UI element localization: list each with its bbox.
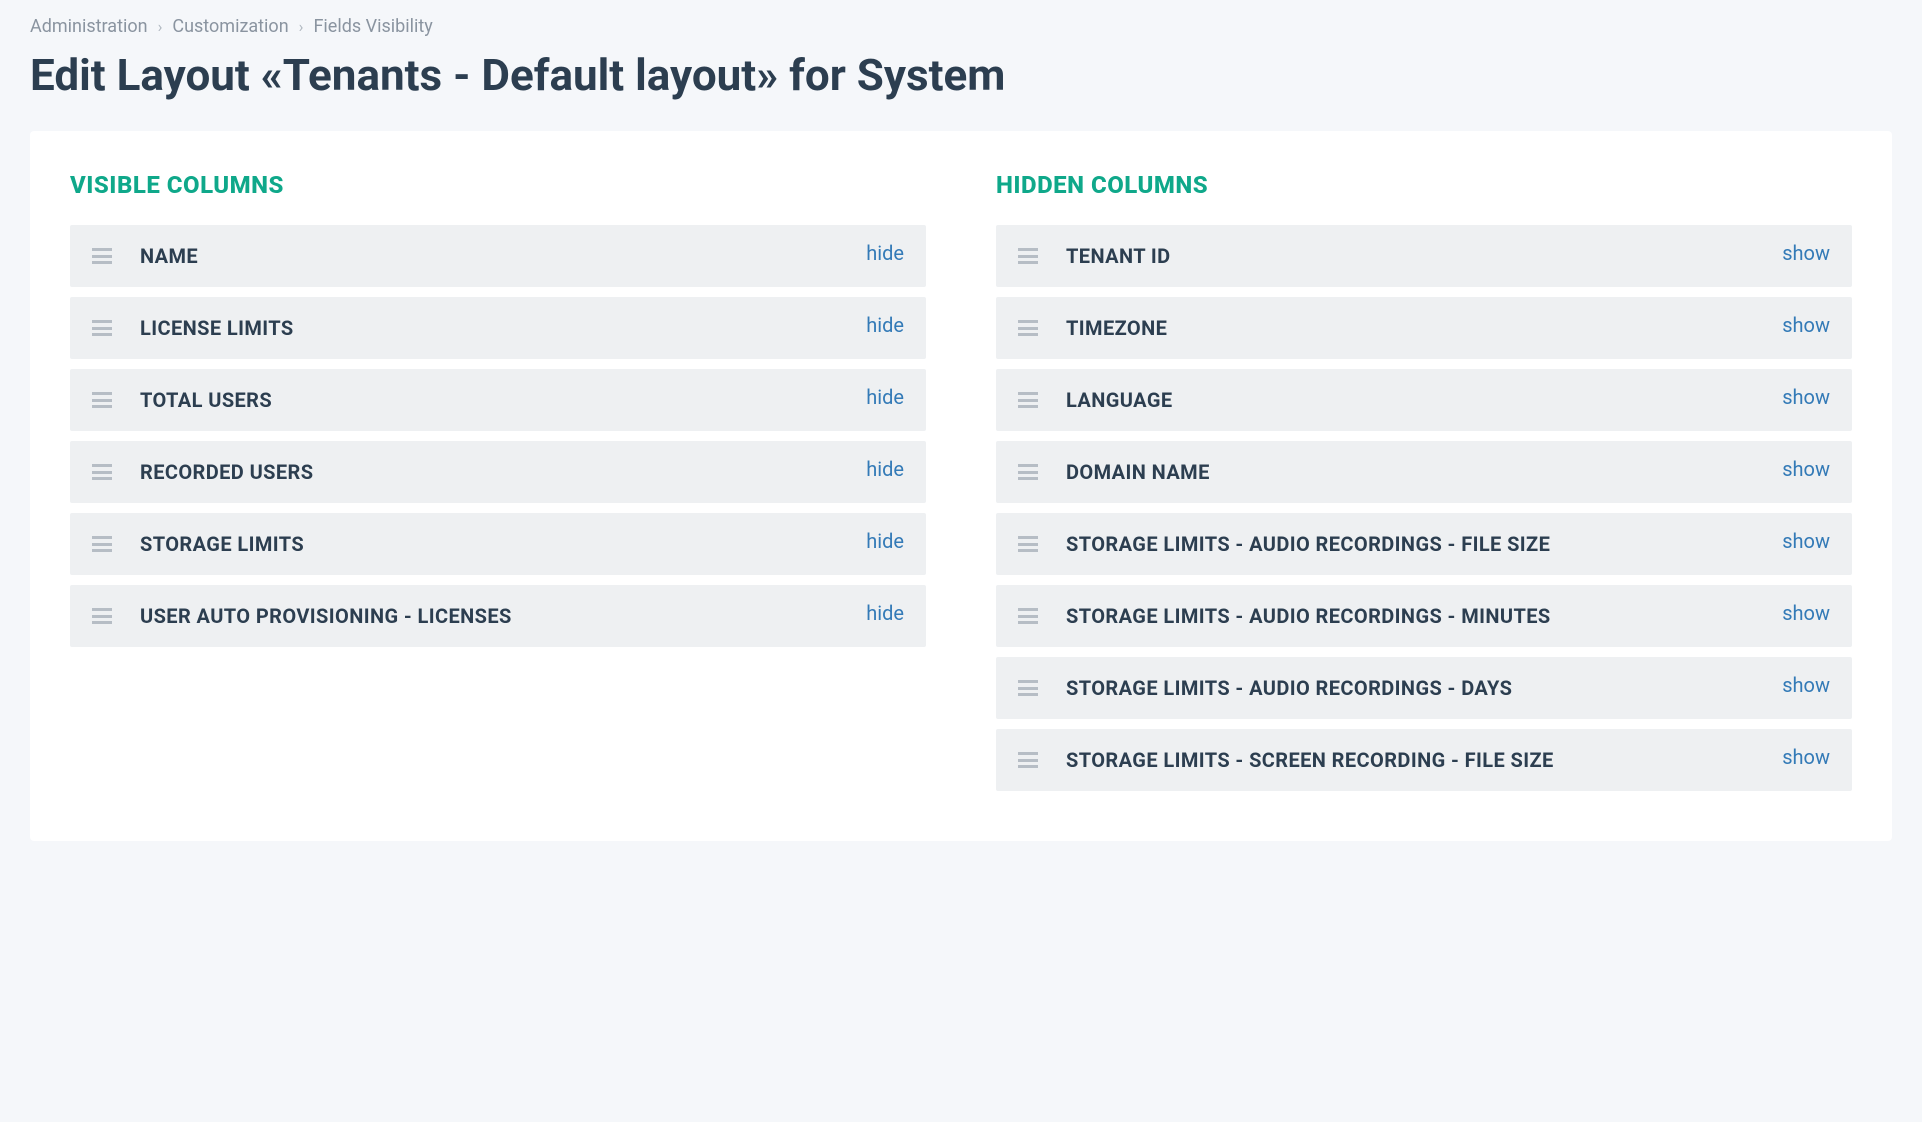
hide-link[interactable]: hide (866, 385, 904, 409)
drag-handle-icon[interactable] (1018, 752, 1038, 768)
column-item[interactable]: TOTAL USERS hide (70, 369, 926, 431)
column-item-label: TENANT ID (1066, 241, 1762, 271)
column-item[interactable]: STORAGE LIMITS - AUDIO RECORDINGS - DAYS… (996, 657, 1852, 719)
drag-handle-icon[interactable] (1018, 536, 1038, 552)
column-item[interactable]: TIMEZONE show (996, 297, 1852, 359)
column-item-label: STORAGE LIMITS - AUDIO RECORDINGS - FILE… (1066, 529, 1762, 559)
drag-handle-icon[interactable] (1018, 608, 1038, 624)
chevron-right-icon: › (299, 17, 304, 36)
breadcrumb-customization[interactable]: Customization (172, 16, 288, 37)
drag-handle-icon[interactable] (1018, 248, 1038, 264)
show-link[interactable]: show (1782, 745, 1830, 769)
column-item-label: TIMEZONE (1066, 313, 1762, 343)
drag-handle-icon[interactable] (92, 608, 112, 624)
visible-columns-heading: VISIBLE COLUMNS (70, 171, 926, 199)
drag-handle-icon[interactable] (92, 392, 112, 408)
show-link[interactable]: show (1782, 673, 1830, 697)
drag-handle-icon[interactable] (92, 464, 112, 480)
show-link[interactable]: show (1782, 241, 1830, 265)
hide-link[interactable]: hide (866, 601, 904, 625)
hidden-columns-list: TENANT IDshowTIMEZONEshowLANGUAGEshowDOM… (996, 225, 1852, 791)
drag-handle-icon[interactable] (1018, 392, 1038, 408)
column-item-label: LANGUAGE (1066, 385, 1762, 415)
column-item[interactable]: NAME hide (70, 225, 926, 287)
show-link[interactable]: show (1782, 601, 1830, 625)
drag-handle-icon[interactable] (92, 536, 112, 552)
column-item-label: RECORDED USERS (140, 457, 846, 487)
column-item-label: TOTAL USERS (140, 385, 846, 415)
column-item[interactable]: STORAGE LIMITS hide (70, 513, 926, 575)
drag-handle-icon[interactable] (1018, 680, 1038, 696)
drag-handle-icon[interactable] (1018, 464, 1038, 480)
hide-link[interactable]: hide (866, 529, 904, 553)
column-item[interactable]: LICENSE LIMITS hide (70, 297, 926, 359)
column-item[interactable]: USER AUTO PROVISIONING - LICENSES hide (70, 585, 926, 647)
show-link[interactable]: show (1782, 457, 1830, 481)
hide-link[interactable]: hide (866, 241, 904, 265)
breadcrumb-administration[interactable]: Administration (30, 16, 148, 37)
drag-handle-icon[interactable] (92, 248, 112, 264)
column-item-label: STORAGE LIMITS - AUDIO RECORDINGS - DAYS (1066, 673, 1762, 703)
breadcrumb-fields-visibility[interactable]: Fields Visibility (313, 16, 432, 37)
column-item-label: USER AUTO PROVISIONING - LICENSES (140, 601, 846, 631)
show-link[interactable]: show (1782, 529, 1830, 553)
column-item[interactable]: TENANT ID show (996, 225, 1852, 287)
column-item-label: STORAGE LIMITS (140, 529, 846, 559)
column-item[interactable]: STORAGE LIMITS - SCREEN RECORDING - FILE… (996, 729, 1852, 791)
hidden-columns-heading: HIDDEN COLUMNS (996, 171, 1852, 199)
column-item-label: DOMAIN NAME (1066, 457, 1762, 487)
hide-link[interactable]: hide (866, 313, 904, 337)
column-item-label: STORAGE LIMITS - SCREEN RECORDING - FILE… (1066, 745, 1762, 775)
chevron-right-icon: › (158, 17, 163, 36)
visible-columns-section: VISIBLE COLUMNS NAME hide LICENSE LIMITS hi… (70, 171, 926, 801)
hide-link[interactable]: hide (866, 457, 904, 481)
column-item-label: LICENSE LIMITS (140, 313, 846, 343)
drag-handle-icon[interactable] (1018, 320, 1038, 336)
page-title: Edit Layout «Tenants - Default layout» f… (0, 45, 1922, 131)
visible-columns-list: NAME hide LICENSE LIMITS hide TOTAL USERS hid… (70, 225, 926, 647)
column-item-label: STORAGE LIMITS - AUDIO RECORDINGS - MINU… (1066, 601, 1762, 631)
show-link[interactable]: show (1782, 313, 1830, 337)
show-link[interactable]: show (1782, 385, 1830, 409)
column-item[interactable]: DOMAIN NAME show (996, 441, 1852, 503)
hidden-columns-section: HIDDEN COLUMNS TENANT ID show TIMEZONE show… (996, 171, 1852, 801)
drag-handle-icon[interactable] (92, 320, 112, 336)
column-item[interactable]: LANGUAGE show (996, 369, 1852, 431)
column-item[interactable]: STORAGE LIMITS - AUDIO RECORDINGS - MINU… (996, 585, 1852, 647)
columns-card: VISIBLE COLUMNS NAME hide LICENSE LIMITS hi… (30, 131, 1892, 841)
breadcrumb: Administration › Customization › Fields … (0, 0, 1922, 45)
column-item[interactable]: STORAGE LIMITS - AUDIO RECORDINGS - FILE… (996, 513, 1852, 575)
column-item-label: NAME (140, 241, 846, 271)
column-item[interactable]: RECORDED USERS hide (70, 441, 926, 503)
